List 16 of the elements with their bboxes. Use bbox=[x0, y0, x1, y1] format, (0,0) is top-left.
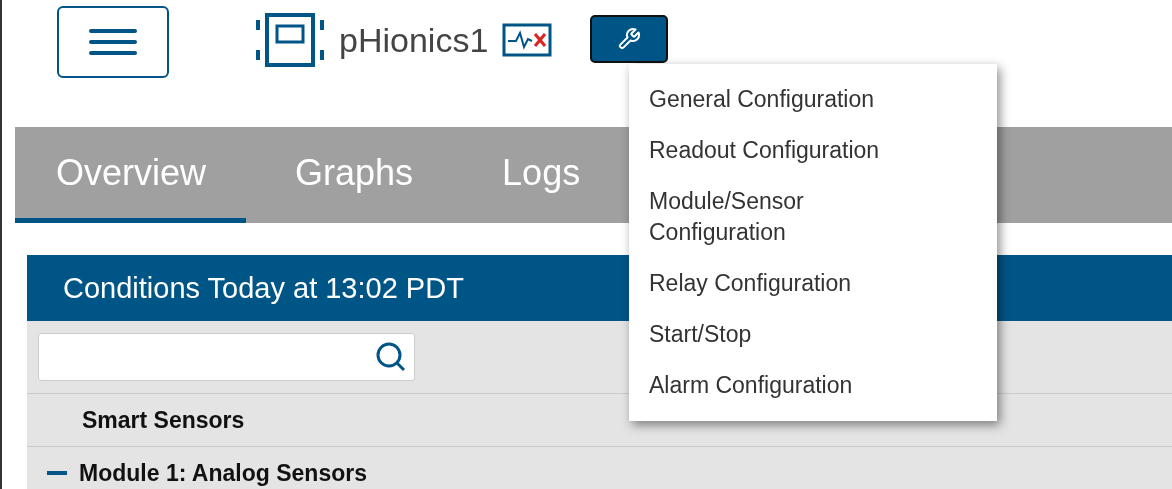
device-icon bbox=[255, 12, 325, 68]
settings-button[interactable] bbox=[590, 15, 669, 63]
section-heading: Smart Sensors bbox=[82, 406, 245, 434]
wrench-icon bbox=[617, 27, 642, 51]
search-field[interactable] bbox=[38, 333, 415, 381]
menu-button[interactable] bbox=[57, 6, 169, 78]
group-heading: Module 1: Analog Sensors bbox=[79, 459, 367, 487]
menu-item[interactable]: Alarm Configuration bbox=[629, 360, 997, 411]
menu-item[interactable]: Module/Sensor Configuration bbox=[629, 176, 997, 258]
menu-item[interactable]: General Configuration bbox=[629, 74, 997, 125]
menu-item[interactable]: Readout Configuration bbox=[629, 125, 997, 176]
device-title: pHionics1 bbox=[339, 20, 489, 60]
menu-icon bbox=[88, 27, 138, 57]
search-icon bbox=[374, 340, 408, 374]
graph-error-icon[interactable] bbox=[502, 23, 553, 57]
menu-item[interactable]: Relay Configuration bbox=[629, 258, 997, 309]
